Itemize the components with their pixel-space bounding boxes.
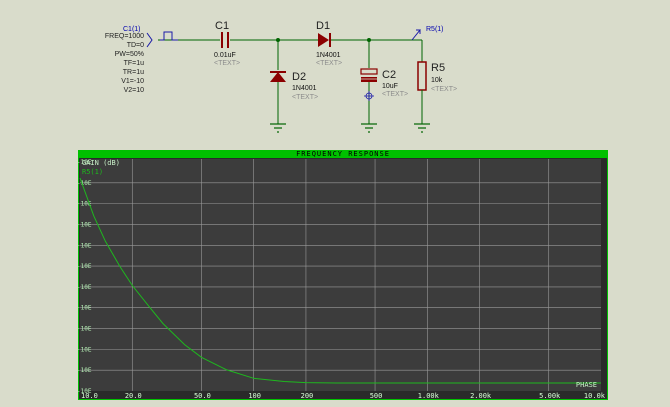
x-tick-label: 1.00k (418, 392, 440, 400)
generator-param: PW=50% (115, 51, 144, 58)
r5-text: <TEXT> (431, 86, 457, 93)
generator-param: TF=1u (124, 60, 145, 67)
pulse-generator[interactable]: C1(1) FREQ=1000 TD=0 PW=50% TF=1u TR=1u … (105, 26, 178, 94)
c1-text: <TEXT> (214, 60, 240, 67)
resistor-r5[interactable]: R5 10k <TEXT> (417, 40, 457, 124)
y-tick-label: -10E (78, 305, 92, 312)
d1-text: <TEXT> (316, 60, 342, 67)
ground-icon (270, 123, 286, 133)
ground-icon (414, 123, 430, 133)
ground-icon (361, 123, 377, 133)
c1-ref: C1 (215, 20, 229, 32)
generator-param: FREQ=1000 (105, 33, 144, 40)
generator-param: TD=0 (127, 42, 144, 49)
x-tick-label: 5.00k (539, 392, 561, 400)
c2-value: 10uF (382, 83, 398, 90)
y-tick-label: -10E (78, 284, 92, 291)
y-tick-label: -10E (78, 180, 92, 187)
generator-param: V2=10 (124, 87, 145, 94)
x-tick-label: 10.0k (584, 392, 606, 400)
generator-param: V1=-10 (121, 78, 144, 85)
capacitor-c1[interactable]: C1 0.01uF <TEXT> (214, 20, 240, 67)
x-tick-label: 200 (301, 392, 314, 400)
y-tick-label: -10E (78, 367, 92, 374)
series-legend[interactable]: R5(1) (82, 168, 103, 176)
c1-value: 0.01uF (214, 52, 236, 59)
schematic-canvas: C1(1) FREQ=1000 TD=0 PW=50% TF=1u TR=1u … (105, 20, 457, 133)
d1-ref: D1 (316, 20, 330, 32)
x-tick-label: 500 (370, 392, 383, 400)
left-axis-label: GAIN (dB) (82, 159, 120, 167)
d2-text: <TEXT> (292, 94, 318, 101)
x-tick-label: 2.00k (470, 392, 492, 400)
probe-arrow-icon (411, 29, 422, 41)
generator-param: TR=1u (123, 69, 144, 76)
r5-ref: R5 (431, 62, 445, 74)
x-tick-label: 100 (248, 392, 261, 400)
graph-plot: -10E-10E-10E-10E-10E-10E-10E-10E-10E-10E… (78, 158, 607, 400)
d2-ref: D2 (292, 71, 306, 83)
d1-value: 1N4001 (316, 52, 341, 59)
right-axis-label: PHASE (576, 381, 597, 389)
diode-d1[interactable]: D1 1N4001 <TEXT> (316, 20, 342, 67)
plot-area (80, 159, 601, 391)
voltage-probe[interactable]: R5(1) (411, 26, 444, 41)
probe-label: R5(1) (426, 26, 444, 33)
diode-d2[interactable]: D2 1N4001 <TEXT> (270, 40, 318, 124)
frequency-response-graph[interactable]: FREQUENCY RESPONSE -10E -10E -10E -10E -10E -… (78, 150, 608, 400)
c2-text: <TEXT> (382, 91, 408, 98)
y-tick-label: -10E (78, 346, 92, 353)
r5-value: 10k (431, 77, 443, 84)
y-tick-label: -10E (78, 263, 92, 270)
generator-name: C1(1) (123, 26, 141, 33)
x-tick-label: 50.0 (194, 392, 211, 400)
crosshair-marker-icon (364, 91, 374, 101)
y-tick-label: -10E (78, 242, 92, 249)
y-tick-label: -10E (78, 326, 92, 333)
capacitor-c2[interactable]: C2 10uF <TEXT> (360, 40, 408, 124)
x-tick-label: 10.0 (81, 392, 98, 400)
c2-ref: C2 (382, 69, 396, 81)
pulse-waveform-icon (160, 31, 178, 41)
y-tick-label: -10E (78, 221, 92, 228)
d2-value: 1N4001 (292, 85, 317, 92)
x-tick-label: 20.0 (125, 392, 142, 400)
